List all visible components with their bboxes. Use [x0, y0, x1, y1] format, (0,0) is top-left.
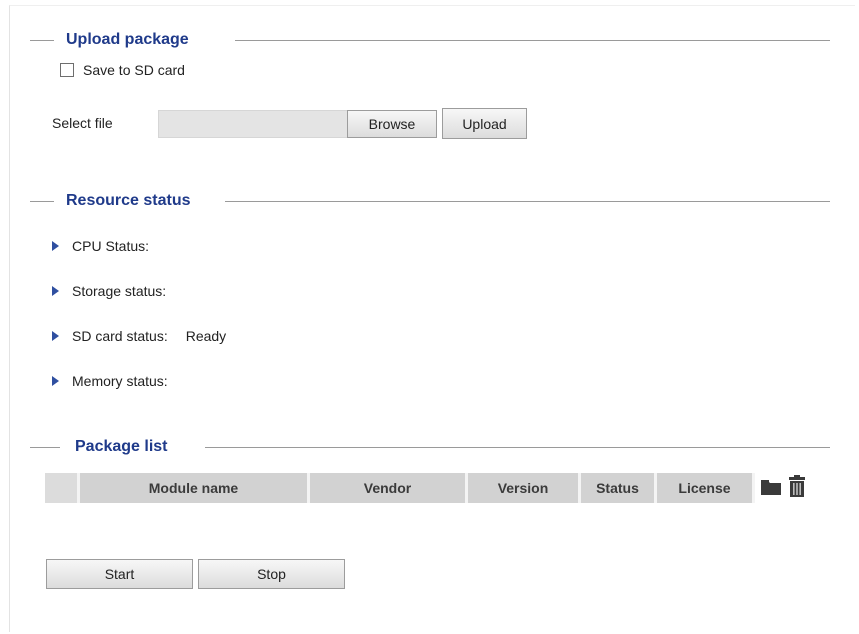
- column-header-vendor[interactable]: Vendor: [310, 473, 468, 503]
- chevron-right-icon: [52, 241, 59, 251]
- column-header-status[interactable]: Status: [581, 473, 657, 503]
- browse-button[interactable]: Browse: [347, 110, 437, 138]
- select-file-label: Select file: [52, 115, 113, 131]
- folder-icon[interactable]: [760, 476, 782, 501]
- column-header-version[interactable]: Version: [468, 473, 581, 503]
- chevron-right-icon: [52, 286, 59, 296]
- divider: [205, 447, 830, 448]
- divider: [30, 201, 54, 202]
- stop-button[interactable]: Stop: [198, 559, 345, 589]
- upload-package-header: Upload package: [30, 29, 830, 51]
- status-label: Memory status:: [72, 373, 168, 389]
- trash-icon[interactable]: [788, 474, 806, 502]
- chevron-right-icon: [52, 331, 59, 341]
- divider: [235, 40, 830, 41]
- package-list-header: Package list: [30, 436, 830, 458]
- section-title-resource-status: Resource status: [66, 192, 191, 209]
- package-table-header: Module name Vendor Version Status Licens…: [45, 473, 810, 503]
- column-header-module-name[interactable]: Module name: [80, 473, 310, 503]
- chevron-right-icon: [52, 376, 59, 386]
- status-row-sd-card: SD card status: Ready: [52, 328, 226, 344]
- column-header-select: [45, 473, 80, 503]
- section-title-upload-package: Upload package: [66, 31, 189, 48]
- panel-frame: [9, 5, 855, 632]
- divider: [30, 447, 60, 448]
- status-row-cpu: CPU Status:: [52, 238, 167, 254]
- status-label: SD card status:: [72, 328, 168, 344]
- start-button[interactable]: Start: [46, 559, 193, 589]
- divider: [225, 201, 830, 202]
- status-value: Ready: [185, 328, 227, 344]
- status-row-memory: Memory status:: [52, 373, 186, 389]
- file-path-input[interactable]: [158, 110, 348, 138]
- status-label: CPU Status:: [72, 238, 150, 254]
- resource-status-header: Resource status: [30, 190, 830, 212]
- save-to-sd-label: Save to SD card: [83, 62, 185, 78]
- save-to-sd-row[interactable]: Save to SD card: [60, 62, 185, 78]
- divider: [30, 40, 54, 41]
- status-label: Storage status:: [72, 283, 167, 299]
- column-header-license[interactable]: License: [657, 473, 755, 503]
- save-to-sd-checkbox[interactable]: [60, 63, 74, 77]
- table-actions: [755, 473, 810, 503]
- upload-button[interactable]: Upload: [442, 108, 527, 139]
- section-title-package-list: Package list: [75, 438, 168, 455]
- status-row-storage: Storage status:: [52, 283, 184, 299]
